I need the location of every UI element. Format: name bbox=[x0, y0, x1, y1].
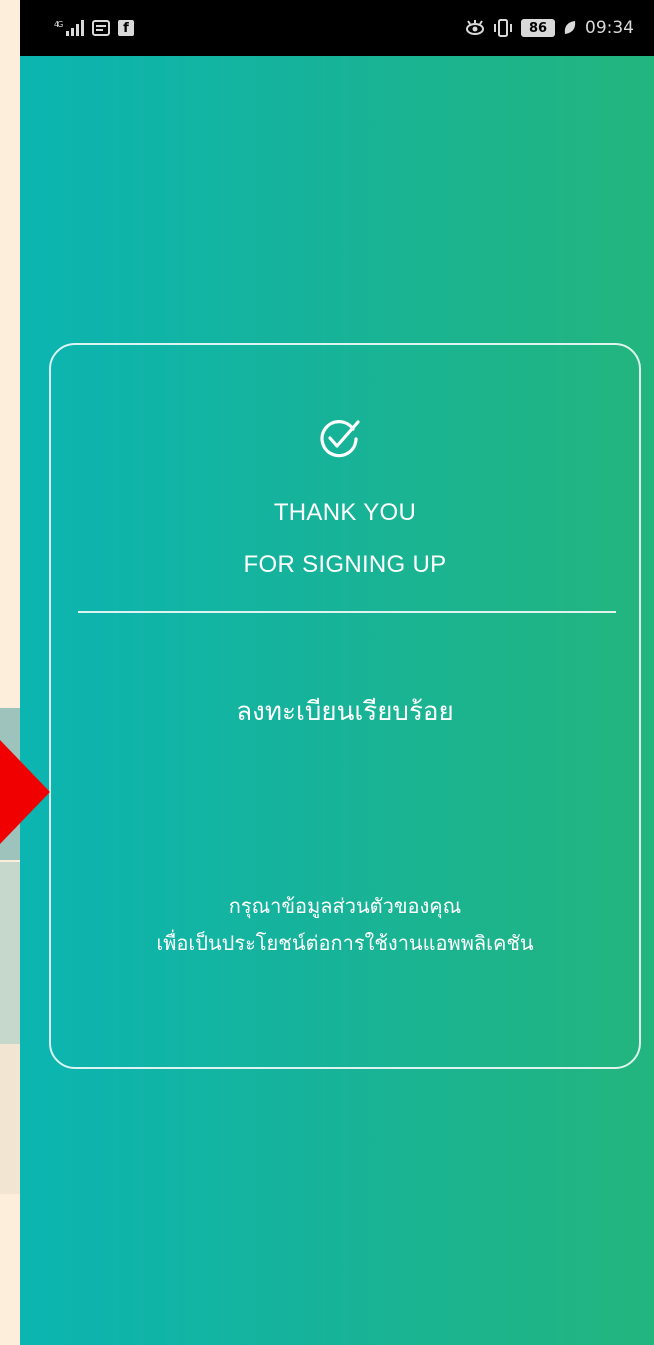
registration-complete-text: ลงทะเบียนเรียบร้อย bbox=[236, 697, 454, 727]
phone-screen: 4G f 86 09:34 THANK YOU FOR SIGNING UP ล… bbox=[20, 0, 654, 1345]
leaf-icon bbox=[563, 20, 577, 36]
signal-icon: 4G bbox=[54, 19, 84, 37]
battery-icon: 86 bbox=[521, 19, 555, 37]
annotation-arrow bbox=[0, 740, 50, 844]
vibrate-icon bbox=[493, 19, 513, 37]
divider bbox=[78, 611, 616, 613]
success-card: THANK YOU FOR SIGNING UP ลงทะเบียนเรียบร… bbox=[49, 343, 641, 1069]
eye-icon bbox=[465, 20, 485, 36]
status-left-group: 4G f bbox=[54, 19, 134, 37]
check-circle-icon bbox=[317, 417, 361, 461]
info-message-line-2: เพื่อเป็นประโยชน์ต่อการใช้งานแอพพลิเคชัน bbox=[156, 931, 534, 955]
slide-canvas: 4G f 86 09:34 THANK YOU FOR SIGNING UP ล… bbox=[0, 0, 654, 1345]
status-right-group: 86 09:34 bbox=[465, 18, 634, 38]
thank-you-title: THANK YOU bbox=[273, 499, 417, 526]
info-message-line-1: กรุณาข้อมูลส่วนตัวของคุณ bbox=[228, 894, 462, 918]
status-time: 09:34 bbox=[585, 18, 634, 38]
svg-text:4G: 4G bbox=[54, 20, 63, 29]
status-bar: 4G f 86 09:34 bbox=[20, 0, 654, 56]
message-icon bbox=[92, 20, 110, 36]
signing-up-title: FOR SIGNING UP bbox=[243, 551, 447, 578]
facebook-icon: f bbox=[118, 20, 134, 36]
